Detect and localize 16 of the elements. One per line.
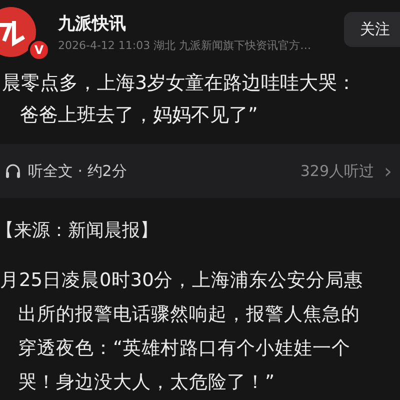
listen-label[interactable]: 听全文 · 约2分 [28, 162, 294, 180]
body-text-line: 哭！身边没大人，太危险了！” [17, 371, 276, 395]
headline-line: 晨零点多，上海3岁女童在路边哇哇大哭： [1, 71, 358, 96]
body-text-line: 穿透夜色：“英雄村路口有个小娃娃一个 [17, 337, 352, 361]
chevron-icon[interactable]: › [384, 159, 392, 183]
listener-count: 329人听过 [300, 162, 374, 180]
author-name: 九派快讯 [58, 12, 127, 34]
body-text-line: 出所的报警电话骤然响起，报警人焦急的 [17, 303, 361, 327]
verified-badge: V [28, 39, 50, 61]
body-text-line: 月25日凌晨0时30分，上海浦东公安分局惠 [0, 269, 364, 293]
headline-line: 爸爸上班去了，妈妈不见了” [20, 103, 259, 128]
follow-button[interactable]: 关注 [344, 12, 400, 47]
headphones-icon[interactable] [4, 162, 22, 180]
source-line: 【来源：新闻晨报】 [0, 219, 159, 242]
logo-icon [0, 7, 36, 57]
post-meta: 2026-4-12 11:03 湖北 九派新闻旗下快资讯官方… [58, 38, 312, 52]
